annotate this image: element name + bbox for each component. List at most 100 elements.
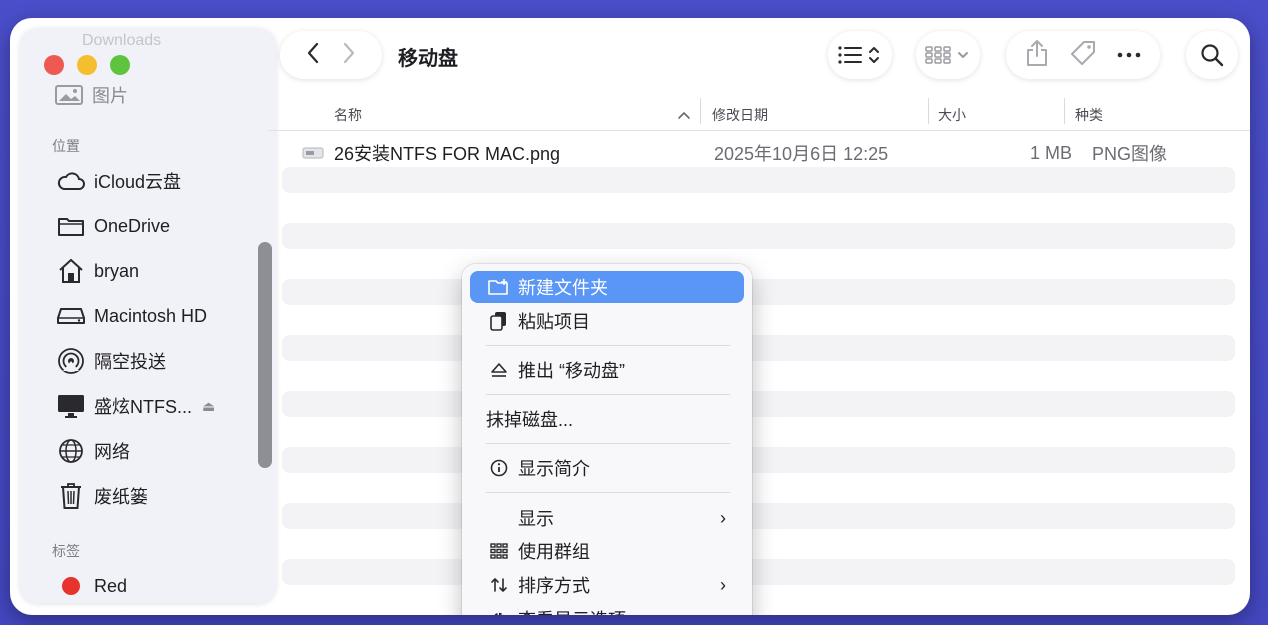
tag-icon <box>1071 40 1095 65</box>
context-menu: 新建文件夹 粘贴项目 推出 “移动盘” 抹掉磁盘... 显示简介 显示 › 使用… <box>462 264 752 615</box>
copy-icon <box>486 309 512 333</box>
empty-row <box>282 503 1235 529</box>
column-divider[interactable] <box>700 98 701 124</box>
sidebar-item-external-disk[interactable]: 盛炫NTFS... ⏏ <box>56 391 215 421</box>
window-title: 移动盘 <box>398 48 458 70</box>
info-icon <box>486 456 512 480</box>
folder-icon <box>56 212 86 240</box>
file-name: 26安装NTFS FOR MAC.png <box>334 144 561 164</box>
empty-row <box>282 335 1235 361</box>
sidebar-item-home[interactable]: bryan <box>56 256 139 286</box>
column-header-size[interactable]: 大小 <box>938 100 966 130</box>
tag-color-dot <box>56 572 86 600</box>
chevron-right-icon: › <box>720 574 726 595</box>
sidebar-item-icloud[interactable]: iCloud云盘 <box>56 166 181 196</box>
sort-arrows-icon <box>486 573 512 597</box>
file-modified: 2025年10月6日 12:25 <box>714 144 889 164</box>
sidebar-item-label: bryan <box>94 260 140 281</box>
sidebar-item-label: 网络 <box>94 442 130 462</box>
chevron-left-icon <box>307 42 319 63</box>
menu-item-erase-disk[interactable]: 抹掉磁盘... <box>470 403 744 435</box>
sidebar-item-airdrop[interactable]: 隔空投送 <box>56 346 166 376</box>
eject-icon <box>486 358 512 382</box>
group-button[interactable] <box>916 31 980 79</box>
empty-row <box>282 223 1235 249</box>
trash-icon <box>56 482 86 510</box>
menu-item-get-info[interactable]: 显示简介 <box>470 452 744 484</box>
ellipsis-icon <box>1117 52 1141 58</box>
file-kind: PNG图像 <box>1092 144 1168 164</box>
sidebar-item-macintosh-hd[interactable]: Macintosh HD <box>56 301 207 331</box>
menu-item-paste[interactable]: 粘贴项目 <box>470 305 744 337</box>
sidebar-item-tag-red[interactable]: Red <box>56 571 127 601</box>
empty-row <box>282 447 1235 473</box>
sidebar-item-label: 隔空投送 <box>94 352 166 372</box>
more-button[interactable] <box>1117 46 1141 64</box>
photo-icon <box>54 81 84 109</box>
menu-separator <box>486 345 730 346</box>
menu-item-use-groups[interactable]: 使用群组 <box>470 535 744 567</box>
sidebar-item-label: Macintosh HD <box>94 305 208 326</box>
new-folder-icon <box>486 275 512 299</box>
section-header-tags: 标签 <box>52 543 80 559</box>
action-buttons <box>1006 31 1160 79</box>
group-grid-icon <box>925 46 968 64</box>
section-header-locations: 位置 <box>52 138 80 154</box>
menu-item-sort-by[interactable]: 排序方式 › <box>470 569 744 601</box>
header-divider <box>268 130 1250 131</box>
empty-row <box>282 559 1235 585</box>
menu-separator <box>486 492 730 493</box>
cloud-icon <box>56 167 86 195</box>
search-button[interactable] <box>1186 31 1238 79</box>
column-header-kind[interactable]: 种类 <box>1075 100 1103 130</box>
chevron-right-icon <box>343 42 355 63</box>
disk-icon <box>56 302 86 330</box>
column-header-name[interactable]: 名称 <box>334 100 362 130</box>
column-divider[interactable] <box>1064 98 1065 124</box>
menu-item-eject[interactable]: 推出 “移动盘” <box>470 354 744 386</box>
view-mode-button[interactable] <box>828 31 892 79</box>
menu-item-show[interactable]: 显示 › <box>470 502 744 534</box>
sidebar-item-label: 图片 <box>92 86 128 106</box>
navigation-buttons <box>280 31 382 79</box>
back-button[interactable] <box>306 42 320 69</box>
file-size: 1 MB <box>1029 142 1072 163</box>
minimize-button[interactable] <box>77 55 97 75</box>
forward-button[interactable] <box>342 42 356 69</box>
menu-item-view-options[interactable]: 查看显示选项 <box>470 603 744 615</box>
table-row[interactable]: 26安装NTFS FOR MAC.png 2025年10月6日 12:25 1 … <box>302 140 1237 166</box>
sidebar-item-label: Red <box>94 575 128 596</box>
column-header-modified[interactable]: 修改日期 <box>712 100 768 130</box>
share-icon <box>1027 39 1047 66</box>
sidebar-item-pictures[interactable]: 图片 <box>54 80 128 110</box>
eject-icon[interactable]: ⏏ <box>202 398 215 415</box>
menu-item-new-folder[interactable]: 新建文件夹 <box>470 271 744 303</box>
share-button[interactable] <box>1025 39 1049 72</box>
close-button[interactable] <box>44 55 64 75</box>
sidebar-item-network[interactable]: 网络 <box>56 436 130 466</box>
sidebar-item-downloads[interactable]: Downloads <box>82 32 161 50</box>
home-icon <box>56 257 86 285</box>
empty-row <box>282 167 1235 193</box>
list-view-icon <box>838 46 879 64</box>
group-grid-icon <box>486 539 512 563</box>
sidebar-item-trash[interactable]: 废纸篓 <box>56 481 148 511</box>
menu-separator <box>486 443 730 444</box>
empty-row <box>282 279 1235 305</box>
column-divider[interactable] <box>928 98 929 124</box>
sidebar-scrollbar[interactable] <box>258 242 272 468</box>
airdrop-icon <box>56 347 86 375</box>
search-icon <box>1201 44 1224 67</box>
sidebar-item-label: OneDrive <box>94 215 171 236</box>
tag-button[interactable] <box>1069 39 1097 72</box>
sidebar-item-onedrive[interactable]: OneDrive <box>56 211 170 241</box>
sidebar-item-label: 废纸篓 <box>94 487 148 507</box>
gear-icon <box>486 607 512 615</box>
chevron-right-icon: › <box>720 507 726 528</box>
globe-icon <box>56 437 86 465</box>
sidebar-item-label: 盛炫NTFS... <box>94 397 192 417</box>
zoom-button[interactable] <box>110 55 130 75</box>
sort-ascending-icon[interactable] <box>677 100 691 130</box>
sidebar: Downloads 图片 位置 iCloud云盘 OneDrive bryan … <box>20 28 276 603</box>
empty-row <box>282 391 1235 417</box>
